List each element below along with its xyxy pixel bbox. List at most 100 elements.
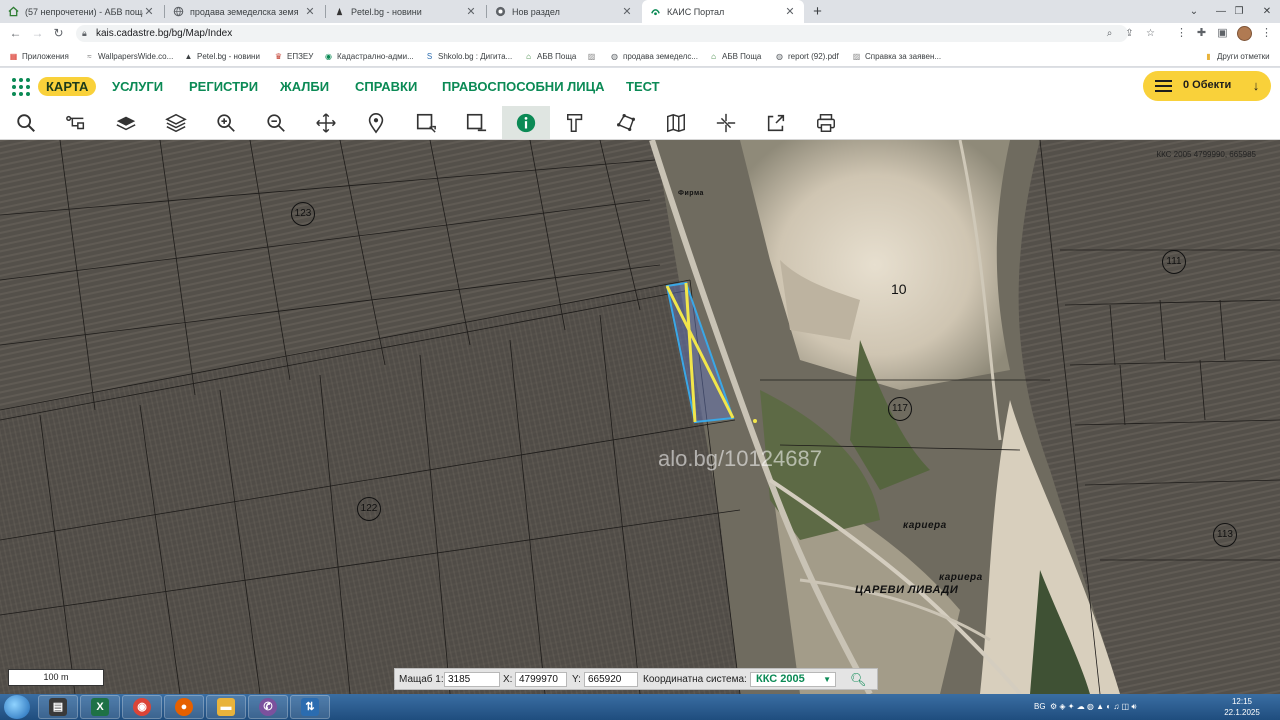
x-coordinate-input[interactable]: 4799970 bbox=[515, 672, 567, 687]
coordinate-panel: Мащаб 1: 3185 X: 4799970 Y: 665920 Коорд… bbox=[394, 668, 878, 690]
taskbar-excel[interactable]: X bbox=[80, 695, 120, 719]
menu-item-reports[interactable]: СПРАВКИ bbox=[355, 77, 417, 96]
profile-avatar[interactable] bbox=[1237, 26, 1252, 41]
taskbar-folder[interactable]: ▬ bbox=[206, 695, 246, 719]
system-clock[interactable]: 12:15 22.1.2025 г. bbox=[1222, 696, 1262, 720]
bookmark-report-pdf[interactable]: ◍ report (92).pdf bbox=[775, 50, 839, 62]
abv-house-icon: ⌂ bbox=[526, 51, 531, 61]
minimize-icon[interactable]: — bbox=[1212, 0, 1230, 23]
zoom-out-tool[interactable] bbox=[252, 106, 300, 139]
layer-tree-tool[interactable] bbox=[52, 106, 100, 139]
y-coordinate-input[interactable]: 665920 bbox=[584, 672, 638, 687]
url-text[interactable]: kais.cadastre.bg/bg/Map/Index bbox=[96, 28, 232, 39]
forward-arrow-icon[interactable]: → bbox=[30, 26, 45, 41]
back-arrow-icon[interactable]: ← bbox=[8, 26, 23, 41]
tab-search-icon[interactable]: ⌄ bbox=[1185, 0, 1203, 23]
bookmark-abv-mail[interactable]: ⌂ АБВ Поща bbox=[524, 50, 576, 62]
print-tool[interactable] bbox=[802, 106, 850, 139]
objects-button[interactable]: 0 Обекти ↓ bbox=[1143, 71, 1271, 101]
bookmark-star-icon[interactable]: ☆ bbox=[1144, 27, 1157, 40]
new-tab-button[interactable]: + bbox=[808, 2, 827, 21]
crosshair-tool[interactable] bbox=[702, 106, 750, 139]
bookmark-shkolo[interactable]: S Shkolo.bg : Дигита... bbox=[425, 50, 512, 62]
share-icon[interactable]: ⇪ bbox=[1123, 27, 1136, 40]
map-book-tool[interactable] bbox=[652, 106, 700, 139]
layers-tool[interactable] bbox=[102, 106, 150, 139]
region-label[interactable]: 122 bbox=[357, 497, 381, 521]
restore-icon[interactable]: ❐ bbox=[1230, 0, 1248, 23]
side-panel-icon[interactable]: ▣ bbox=[1215, 26, 1230, 41]
region-label[interactable]: 117 bbox=[888, 397, 912, 421]
clear-selection-tool[interactable] bbox=[452, 106, 500, 139]
apps-grid-icon[interactable] bbox=[12, 78, 30, 96]
bookmark-wallpaperswide[interactable]: ≈ WallpapersWide.co... bbox=[85, 50, 173, 62]
region-label[interactable]: 123 bbox=[291, 202, 315, 226]
scale-input[interactable]: 3185 bbox=[444, 672, 500, 687]
info-tool[interactable] bbox=[502, 106, 550, 139]
close-icon[interactable]: ✕ bbox=[465, 5, 477, 18]
search-tool[interactable] bbox=[2, 106, 50, 139]
select-rectangle-tool[interactable] bbox=[402, 106, 450, 139]
bookmark-cadastre[interactable]: ◉ Кадастрално-адми... bbox=[324, 50, 414, 62]
area-number-label: 10 bbox=[891, 281, 907, 297]
menu-item-licensed-persons[interactable]: ПРАВОСПОСОБНИ ЛИЦА bbox=[442, 77, 605, 96]
taskbar-file-explorer[interactable]: ▤ bbox=[38, 695, 78, 719]
kais-app-header: КАРТА УСЛУГИ РЕГИСТРИ ЖАЛБИ СПРАВКИ ПРАВ… bbox=[0, 68, 1280, 105]
tray-icons[interactable]: ⚙ ◈ ✦ ☁ ◍ ▲ ◐ ♫ ◫ 🔊︎ bbox=[1050, 694, 1136, 720]
bookmark-broken-image[interactable]: ▨ bbox=[587, 50, 600, 62]
close-icon[interactable]: ✕ bbox=[304, 5, 316, 18]
pan-tool[interactable] bbox=[302, 106, 350, 139]
bookmark-petel[interactable]: ▲ Petel.bg - новини bbox=[184, 50, 260, 62]
menu-item-registers[interactable]: РЕГИСТРИ bbox=[189, 77, 258, 96]
taskbar-viber[interactable]: ✆ bbox=[248, 695, 288, 719]
bookmark-epzeu[interactable]: ♛ ЕПЗЕУ bbox=[274, 50, 313, 62]
location-tool[interactable] bbox=[352, 106, 400, 139]
bookmark-land-for-sale[interactable]: ◍ продава земеделс... bbox=[610, 50, 698, 62]
omnibox[interactable]: 🔒︎ kais.cadastre.bg/bg/Map/Index ⌕ ⇪ ☆ bbox=[76, 25, 1155, 42]
start-button[interactable] bbox=[4, 695, 30, 719]
coordinate-system-select[interactable]: ККС 2005 ▼ bbox=[750, 672, 836, 687]
bookmark-other[interactable]: ▮ Други отметки bbox=[1204, 50, 1269, 62]
menu-item-services[interactable]: УСЛУГИ bbox=[112, 77, 163, 96]
polygon-tool[interactable] bbox=[602, 106, 650, 139]
layers-stack-tool[interactable] bbox=[152, 106, 200, 139]
export-tool[interactable] bbox=[752, 106, 800, 139]
tab-kais-portal[interactable]: КАИС Портал ✕ bbox=[642, 0, 804, 23]
more-menu-icon[interactable]: ⋮ bbox=[1259, 26, 1274, 41]
cadastre-icon: ◉ bbox=[325, 51, 332, 61]
hamburger-icon bbox=[1155, 80, 1172, 92]
tab-petel[interactable]: Petel.bg - новини ✕ bbox=[326, 0, 485, 23]
cadastral-map[interactable]: ККС 2005 4799990, 665985 alo.bg/10124687… bbox=[0, 140, 1280, 694]
menu-item-map[interactable]: КАРТА bbox=[38, 77, 97, 96]
broken-image-icon: ▨ bbox=[852, 51, 861, 61]
close-icon[interactable]: ✕ bbox=[621, 5, 633, 18]
taskbar-chrome[interactable]: ◉ bbox=[122, 695, 162, 719]
taskbar-firefox[interactable]: ● bbox=[164, 695, 204, 719]
folder-icon: ▮ bbox=[1206, 51, 1211, 61]
region-label[interactable]: 113 bbox=[1213, 523, 1237, 547]
tab-land-for-sale[interactable]: продава земеделска земя ✕ bbox=[165, 0, 324, 23]
coordinate-system-label: Координатна система: bbox=[643, 674, 747, 685]
bookmark-apps[interactable]: ▦ Приложения bbox=[9, 50, 69, 62]
tab-abv-mail[interactable]: (57 непрочетени) - АБВ поща ✕ bbox=[0, 0, 163, 23]
close-icon[interactable]: ✕ bbox=[784, 5, 796, 18]
map-canvas[interactable] bbox=[0, 140, 1280, 694]
close-icon[interactable]: ✕ bbox=[143, 5, 155, 18]
language-indicator[interactable]: BG bbox=[1034, 694, 1046, 720]
bookmark-application-report[interactable]: ▨ Справка за заявен... bbox=[852, 50, 941, 62]
extensions-icon[interactable]: ✚ bbox=[1194, 26, 1209, 41]
region-label[interactable]: 111 bbox=[1162, 250, 1186, 274]
bookmark-abv-mail-2[interactable]: ⌂ АБВ Поща bbox=[709, 50, 761, 62]
wallpaper-icon: ≈ bbox=[87, 51, 92, 61]
reload-icon[interactable]: ↻ bbox=[51, 26, 66, 41]
zoom-icon[interactable]: ⌕ bbox=[1103, 27, 1116, 40]
taskbar-network[interactable]: ⇅ bbox=[290, 695, 330, 719]
menu-item-complaints[interactable]: ЖАЛБИ bbox=[280, 77, 329, 96]
tab-new-tab[interactable]: Нов раздел ✕ bbox=[487, 0, 641, 23]
menu-item-test[interactable]: ТЕСТ bbox=[626, 77, 660, 96]
place-label: кариера bbox=[903, 520, 947, 531]
measure-area-tool[interactable] bbox=[552, 106, 600, 139]
zoom-in-tool[interactable] bbox=[202, 106, 250, 139]
close-window-icon[interactable]: ✕ bbox=[1258, 0, 1276, 23]
search-icon[interactable]: 🔍︎ bbox=[850, 671, 868, 688]
